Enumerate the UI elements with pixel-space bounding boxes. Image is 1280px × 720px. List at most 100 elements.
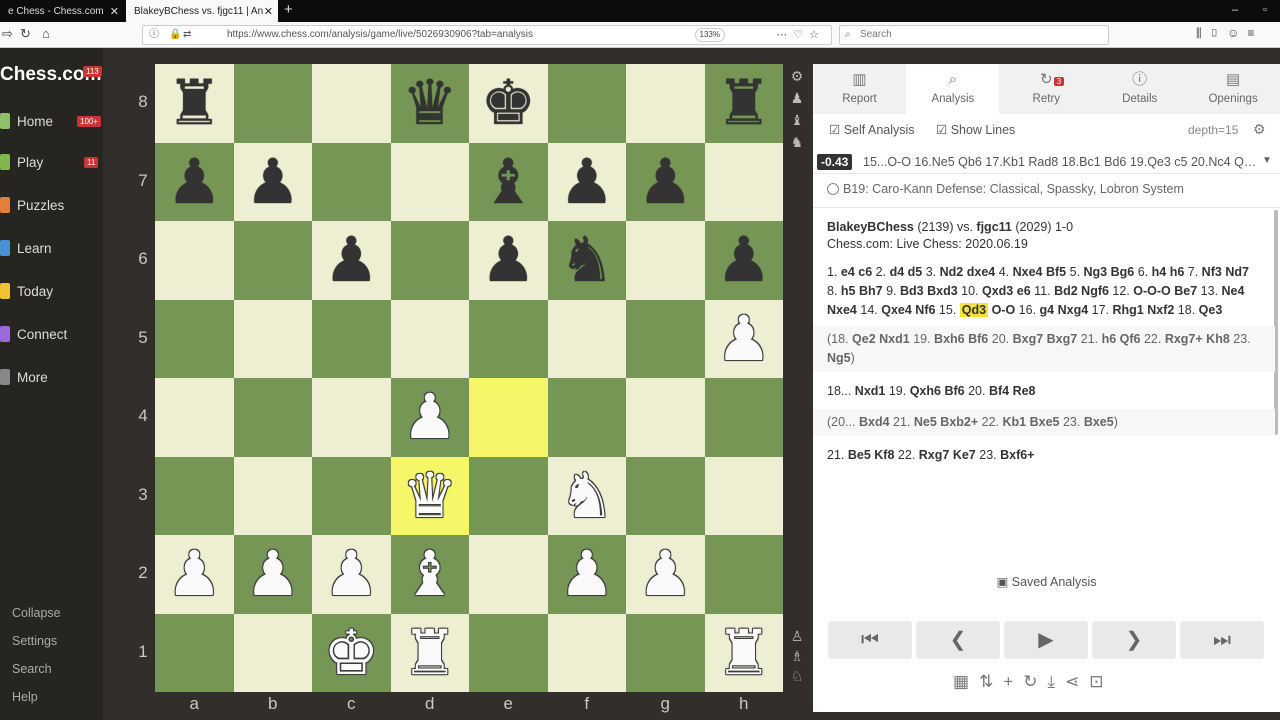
square-g5[interactable] <box>626 299 705 378</box>
white-pawn-icon[interactable]: ♟ <box>166 543 222 605</box>
square-c1[interactable]: ♚ <box>312 613 391 692</box>
square-g2[interactable]: ♟ <box>626 535 705 614</box>
square-e7[interactable]: ♝ <box>469 142 548 221</box>
home-icon[interactable]: ⌂ <box>42 26 50 41</box>
gear-icon[interactable]: ⚙ <box>1253 121 1266 138</box>
white-pawn-icon[interactable]: ♟ <box>402 386 458 448</box>
tab-retry[interactable]: ↻ Retry 3 <box>1000 64 1093 114</box>
show-lines-checkbox[interactable]: ☑ Show Lines <box>936 122 1015 137</box>
sidebar-item-learn[interactable]: Learn <box>0 236 103 262</box>
square-a7[interactable]: ♟ <box>155 142 234 221</box>
black-pawn-icon[interactable]: ♟ <box>480 229 536 291</box>
sidebar-item-connect[interactable]: Connect <box>0 322 103 348</box>
zoom-level[interactable]: 133% <box>694 28 725 42</box>
main-line[interactable]: 21. Be5 Kf8 22. Rxg7 Ke7 23. Bxf6+ <box>827 446 1257 465</box>
square-b4[interactable] <box>233 378 312 457</box>
saved-analysis-button[interactable]: ▣ Saved Analysis <box>813 574 1280 589</box>
square-a5[interactable] <box>155 299 234 378</box>
square-e1[interactable] <box>469 613 548 692</box>
black-bishop-icon[interactable]: ♝ <box>480 150 536 213</box>
tab-report[interactable]: ▥ Report <box>813 64 906 114</box>
black-pawn-icon[interactable]: ♟ <box>637 150 693 213</box>
black-pawn-icon[interactable]: ♟ <box>716 229 772 291</box>
square-g8[interactable] <box>626 64 705 143</box>
square-f1[interactable] <box>547 613 626 692</box>
square-d2[interactable]: ♝ <box>390 535 469 614</box>
square-g7[interactable]: ♟ <box>626 142 705 221</box>
black-queen-icon[interactable]: ♛ <box>402 72 458 134</box>
square-g3[interactable] <box>626 456 705 535</box>
player-icon[interactable]: ♙ <box>789 628 805 645</box>
square-f8[interactable] <box>547 64 626 143</box>
square-d5[interactable] <box>390 299 469 378</box>
self-analysis-checkbox[interactable]: ☑ Self Analysis <box>829 122 915 137</box>
square-d8[interactable]: ♛ <box>390 64 469 143</box>
square-e6[interactable]: ♟ <box>469 221 548 300</box>
variation-line[interactable]: (18. Qe2 Nxd1 19. Bxh6 Bf6 20. Bxg7 Bxg7… <box>813 326 1275 372</box>
next-move-button[interactable]: ❯ <box>1092 621 1176 659</box>
square-d3[interactable]: ♛ <box>390 456 469 535</box>
sidebar-item-more[interactable]: More <box>0 365 103 391</box>
square-f2[interactable]: ♟ <box>547 535 626 614</box>
white-pawn-icon[interactable]: ♟ <box>245 543 301 605</box>
square-c5[interactable] <box>312 299 391 378</box>
maximize-icon[interactable]: ▫ <box>1250 0 1280 20</box>
board-settings-icon[interactable]: ⚙ <box>789 68 805 85</box>
player-icon[interactable]: ♟ <box>789 90 805 107</box>
white-rook-icon[interactable]: ♜ <box>716 621 772 684</box>
tab-openings[interactable]: ▤ Openings <box>1187 64 1280 114</box>
black-rook-icon[interactable]: ♜ <box>716 72 772 134</box>
sidebar-help[interactable]: Help <box>12 690 38 704</box>
square-b1[interactable] <box>233 613 312 692</box>
sidebar-item-play[interactable]: Play 11 <box>0 150 103 176</box>
square-a3[interactable] <box>155 456 234 535</box>
reset-icon[interactable]: ↻ <box>1023 672 1047 691</box>
chess-board[interactable]: ♜ ♛ ♚ ♜ ♟ ♟ ♝ ♟ ♟ ♟ ♟ ♞ ♟ ♟ ♟ ♛ ♞ ♟ ♟ ♟ ♝ ♟ ♟ ♚ ♜ ♜ <box>155 64 783 692</box>
square-a1[interactable] <box>155 613 234 692</box>
reload-icon[interactable]: ↻ <box>20 26 31 42</box>
white-king-icon[interactable]: ♚ <box>323 621 379 684</box>
main-line[interactable]: 1. e4 c6 2. d4 d5 3. Nd2 dxe4 4. Nxe4 Bf… <box>827 263 1257 320</box>
scrollbar[interactable] <box>1274 210 1278 435</box>
square-g4[interactable] <box>626 378 705 457</box>
forward-icon[interactable]: ⇨ <box>2 26 13 42</box>
sidebar-collapse[interactable]: Collapse <box>12 606 61 620</box>
white-pawn-icon[interactable]: ♟ <box>716 307 772 370</box>
engine-icon[interactable]: ♞ <box>789 134 805 151</box>
piece-icon[interactable]: ♗ <box>789 648 805 665</box>
tab-details[interactable]: ⓘ Details <box>1093 64 1186 114</box>
white-pawn-icon[interactable]: ♟ <box>323 543 379 605</box>
square-e2[interactable] <box>469 535 548 614</box>
square-e3[interactable] <box>469 456 548 535</box>
black-rook-icon[interactable]: ♜ <box>166 72 222 134</box>
last-move-button[interactable]: ⏭ <box>1180 621 1264 659</box>
square-e4[interactable] <box>469 378 548 457</box>
square-c7[interactable] <box>312 142 391 221</box>
square-d7[interactable] <box>390 142 469 221</box>
square-c4[interactable] <box>312 378 391 457</box>
black-king-icon[interactable]: ♚ <box>480 72 536 134</box>
tab-analysis[interactable]: ⌕ Analysis <box>906 64 1000 114</box>
black-pawn-icon[interactable]: ♟ <box>323 229 379 291</box>
browser-tab-2[interactable]: BlakeyBChess vs. fjgc11 | An ✕ <box>126 0 278 22</box>
square-h8[interactable]: ♜ <box>704 64 783 143</box>
engine-line[interactable]: -0.43 15...O-O 16.Ne5 Qb6 17.Kb1 Rad8 18… <box>813 152 1280 174</box>
download-icon[interactable]: ⤓ <box>1048 672 1066 691</box>
add-icon[interactable]: + <box>1003 672 1023 691</box>
square-a6[interactable] <box>155 221 234 300</box>
new-tab-icon[interactable]: + <box>284 0 293 20</box>
white-bishop-icon[interactable]: ♝ <box>402 543 458 605</box>
address-bar[interactable]: ⓘ 🔒 ⇄ https://www.chess.com/analysis/gam… <box>142 25 832 45</box>
square-g6[interactable] <box>626 221 705 300</box>
play-button[interactable]: ▶ <box>1004 621 1088 659</box>
square-b3[interactable] <box>233 456 312 535</box>
square-g1[interactable] <box>626 613 705 692</box>
browser-tab-1[interactable]: e Chess - Chess.com ✕ <box>0 0 124 22</box>
square-b7[interactable]: ♟ <box>233 142 312 221</box>
square-h7[interactable] <box>704 142 783 221</box>
square-f7[interactable]: ♟ <box>547 142 626 221</box>
square-f3[interactable]: ♞ <box>547 456 626 535</box>
engine-chip-icon[interactable]: ▦ <box>953 672 979 691</box>
page-actions-icon[interactable]: ⋯♡☆ <box>776 26 825 44</box>
square-c3[interactable] <box>312 456 391 535</box>
